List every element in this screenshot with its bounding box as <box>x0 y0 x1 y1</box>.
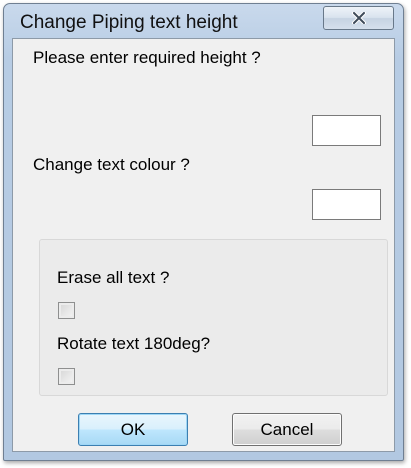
close-button[interactable] <box>323 6 394 30</box>
colour-input[interactable] <box>312 189 381 220</box>
options-group: Erase all text ? Rotate text 180deg? <box>39 239 388 396</box>
ok-button[interactable]: OK <box>78 413 188 446</box>
rotate-text-checkbox[interactable] <box>58 368 75 385</box>
cancel-button[interactable]: Cancel <box>232 413 342 446</box>
dialog-title: Change Piping text height <box>20 12 238 33</box>
dialog-window: Change Piping text height Please enter r… <box>3 3 404 461</box>
dialog-body: Please enter required height ? Change te… <box>12 38 395 452</box>
erase-text-label: Erase all text ? <box>57 268 170 287</box>
erase-text-checkbox[interactable] <box>58 302 75 319</box>
rotate-text-label: Rotate text 180deg? <box>57 334 211 353</box>
title-bar[interactable]: Change Piping text height <box>4 4 403 38</box>
colour-label: Change text colour ? <box>33 155 190 174</box>
height-label: Please enter required height ? <box>33 48 261 67</box>
close-icon <box>351 12 366 24</box>
height-input[interactable] <box>312 115 381 146</box>
